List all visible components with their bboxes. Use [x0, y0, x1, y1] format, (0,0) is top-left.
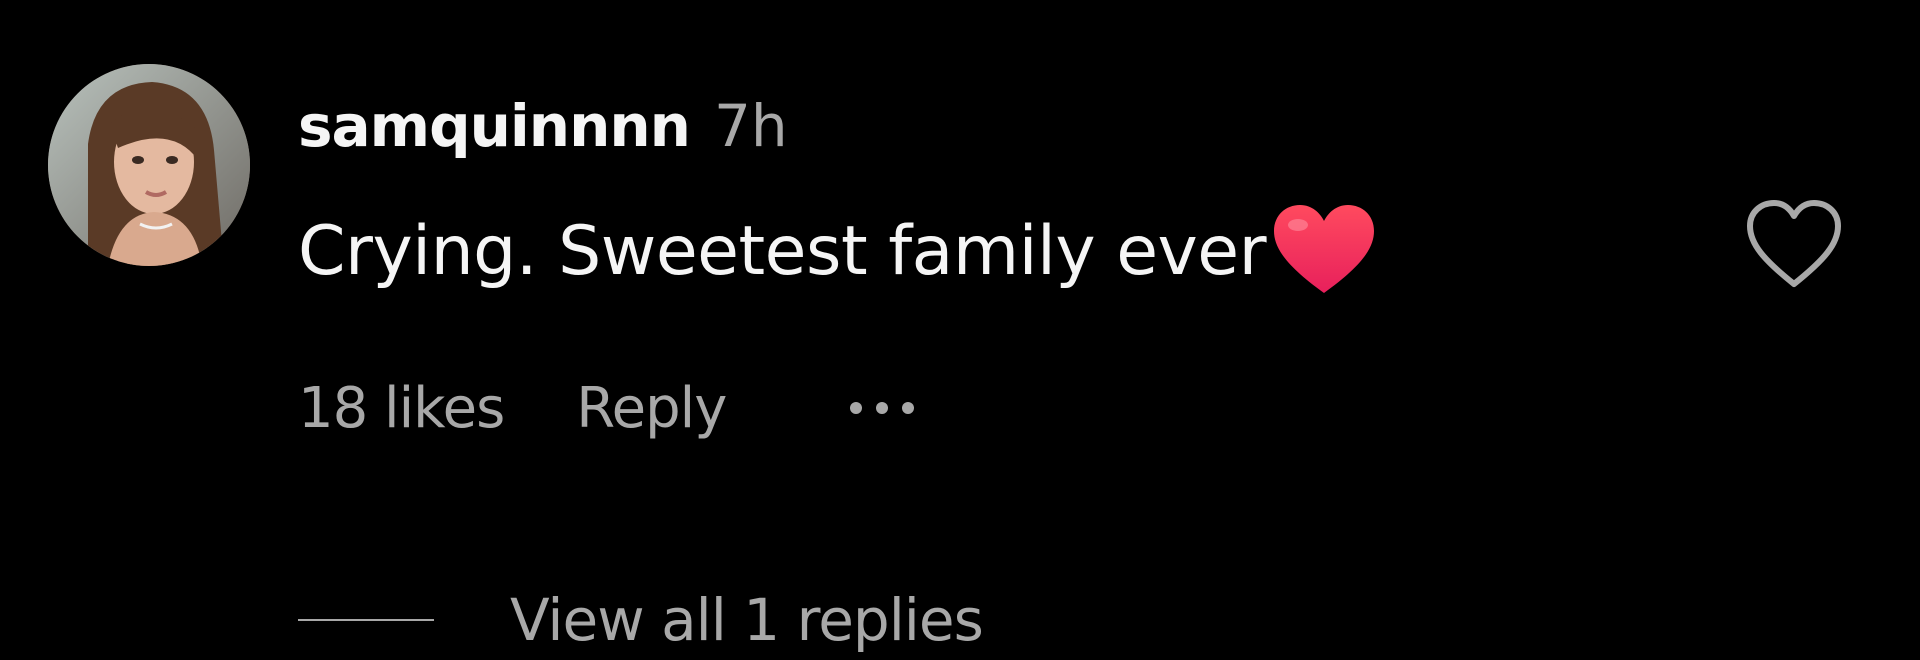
likes-count[interactable]: 18 likes — [298, 376, 505, 441]
comment-actions: 18 likes Reply — [298, 372, 915, 444]
reply-button[interactable]: Reply — [576, 376, 727, 441]
view-replies-button[interactable]: View all 1 replies — [510, 586, 984, 654]
view-replies-row: View all 1 replies — [298, 580, 984, 660]
avatar[interactable] — [48, 64, 250, 266]
dot — [850, 402, 863, 414]
dot — [876, 402, 889, 414]
comment-header: samquinnnn 7h — [298, 92, 788, 162]
timestamp: 7h — [713, 92, 788, 160]
comment-body: Crying. Sweetest family ever — [298, 203, 1380, 299]
dot — [902, 402, 915, 414]
replies-divider — [298, 619, 434, 621]
heart-outline-icon[interactable] — [1742, 198, 1846, 294]
username[interactable]: samquinnnn — [298, 92, 691, 160]
red-heart-emoji — [1268, 203, 1380, 299]
comment-text: Crying. Sweetest family ever — [298, 211, 1267, 291]
more-options-icon[interactable] — [850, 388, 915, 428]
comment: samquinnnn 7h Crying. Sweetest family ev… — [0, 0, 1920, 654]
